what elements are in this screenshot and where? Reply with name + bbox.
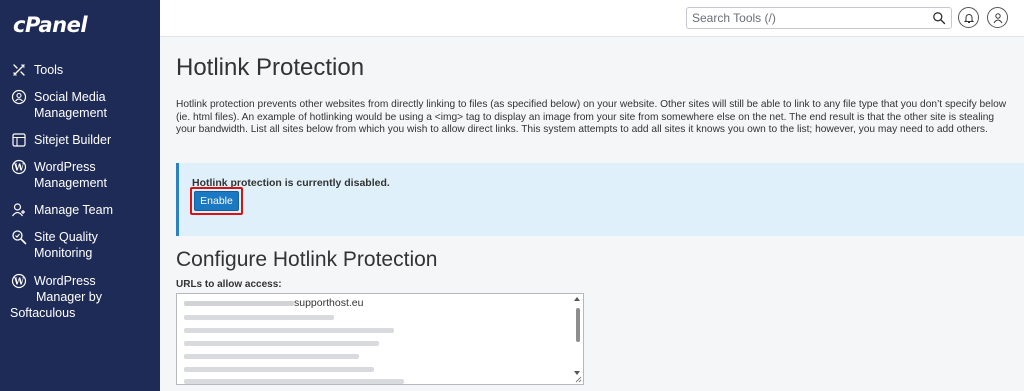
sidebar-item-label: Softaculous (10, 306, 76, 320)
user-icon (993, 12, 1002, 23)
redacted-line (184, 367, 374, 372)
sidebar-item-label: Manage Team (34, 203, 113, 217)
main-content: Hotlink Protection Hotlink protection pr… (160, 37, 1024, 391)
wordpress-icon: W (10, 159, 28, 175)
top-bar (160, 0, 1024, 37)
scroll-thumb[interactable] (576, 308, 580, 342)
sidebar-item-social-media[interactable]: Social Media Management (10, 89, 107, 121)
svg-text:W: W (13, 164, 25, 174)
tools-icon (10, 62, 28, 78)
sidebar-item-label: WordPress (34, 274, 96, 288)
sidebar-item-label: Monitoring (34, 246, 93, 260)
redacted-line (184, 315, 334, 320)
url-visible-text: supporthost.eu (294, 297, 364, 309)
sidebar-item-label: Manager by (36, 290, 103, 304)
intro-paragraph: Hotlink protection prevents other websit… (176, 99, 1007, 136)
search-icon[interactable] (932, 11, 946, 25)
notifications-button[interactable] (958, 7, 979, 28)
sidebar-item-manage-team[interactable]: Manage Team (10, 202, 113, 218)
sidebar-item-wordpress[interactable]: W WordPress Management (10, 159, 107, 191)
redacted-line (184, 328, 394, 333)
redacted-line (184, 341, 379, 346)
search-input[interactable] (687, 8, 917, 28)
sidebar-item-label: Sitejet Builder (34, 133, 112, 147)
sidebar-item-label: Tools (34, 63, 64, 77)
resize-handle-icon[interactable] (575, 376, 582, 383)
manage-team-icon (10, 202, 28, 218)
search-box[interactable] (686, 7, 952, 29)
sidebar-item-wordpress-manager[interactable]: W WordPress Manager by Softaculous (10, 273, 102, 321)
scroll-down-icon[interactable] (574, 371, 580, 375)
sitejet-icon (10, 132, 28, 148)
configure-title: Configure Hotlink Protection (176, 248, 438, 271)
sidebar-item-sitejet[interactable]: Sitejet Builder (10, 132, 111, 148)
user-menu-button[interactable] (987, 7, 1008, 28)
cpanel-logo[interactable]: cPanel (13, 13, 88, 37)
svg-text:W: W (13, 278, 25, 288)
scroll-up-icon[interactable] (574, 297, 580, 301)
enable-button[interactable]: Enable (194, 191, 239, 211)
sidebar-item-label: Management (34, 176, 107, 190)
url-line: supporthost.eu (184, 297, 363, 309)
redacted-line (184, 379, 404, 384)
social-media-icon (10, 89, 28, 105)
textarea-scrollbar[interactable] (574, 295, 582, 383)
site-quality-icon (10, 229, 28, 245)
sidebar-item-label: WordPress (34, 160, 96, 174)
redacted-text (184, 300, 294, 306)
wordpress-icon: W (10, 273, 28, 289)
sidebar-item-site-quality[interactable]: Site Quality Monitoring (10, 229, 98, 261)
urls-textarea[interactable]: supporthost.eu (176, 293, 584, 385)
sidebar-item-label: Management (34, 106, 107, 120)
sidebar-item-tools[interactable]: Tools (10, 62, 63, 78)
sidebar: cPanel Tools Social Media Management Sit… (0, 0, 160, 391)
highlight-box: Enable (190, 187, 243, 215)
redacted-line (184, 354, 359, 359)
sidebar-item-label: Social Media (34, 90, 106, 104)
urls-label: URLs to allow access: (176, 279, 282, 290)
bell-icon (963, 13, 974, 23)
sidebar-item-label: Site Quality (34, 230, 98, 244)
page-title: Hotlink Protection (176, 54, 365, 81)
status-alert: Hotlink protection is currently disabled… (176, 163, 1024, 236)
